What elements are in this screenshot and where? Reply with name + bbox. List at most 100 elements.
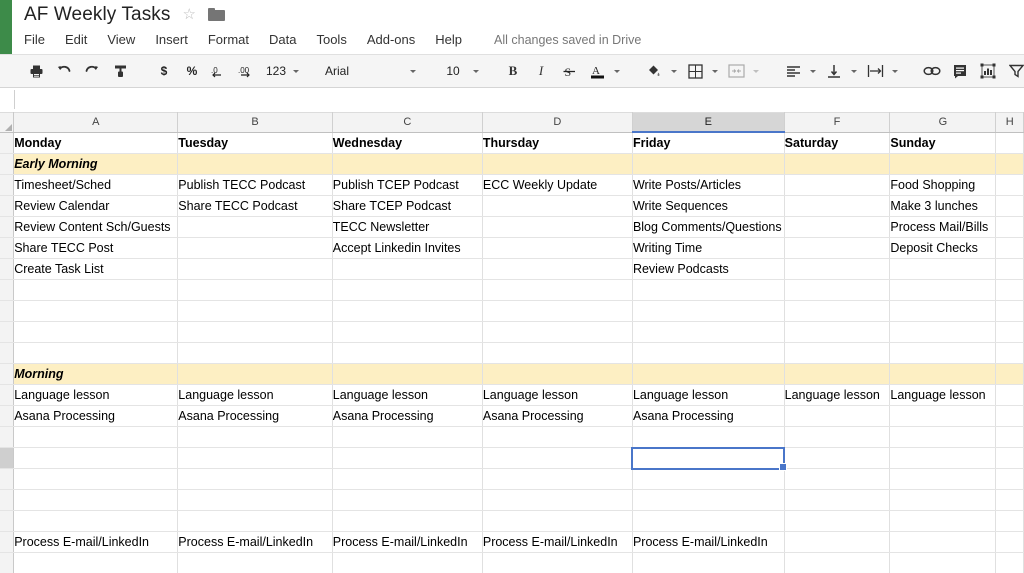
sheet-cell[interactable] (482, 216, 633, 238)
chevron-down-icon[interactable] (753, 69, 759, 73)
sheet-cell[interactable] (482, 552, 633, 573)
sheet-cell[interactable] (995, 552, 1024, 573)
comment-icon[interactable] (949, 59, 971, 83)
sheet-cell[interactable] (784, 321, 891, 343)
sheet-cell[interactable] (177, 300, 333, 322)
menu-item-tools[interactable]: Tools (316, 32, 346, 48)
sheet-cell[interactable] (995, 405, 1024, 427)
menu-item-file[interactable]: File (24, 32, 45, 48)
sheet-cell[interactable] (784, 153, 891, 175)
sheet-cell[interactable] (632, 489, 785, 511)
row-header[interactable] (0, 552, 15, 573)
sheet-cell[interactable] (889, 153, 997, 175)
sheet-cell[interactable] (995, 384, 1024, 406)
sheet-cell[interactable]: Share TECC Post (13, 237, 179, 259)
sheet-cell[interactable]: Sunday (889, 132, 997, 154)
sheet-cell[interactable]: Process E-mail/LinkedIn (482, 531, 633, 553)
sheet-cell[interactable] (995, 531, 1024, 553)
sheet-cell[interactable]: Make 3 lunches (889, 195, 997, 217)
sheet-cell[interactable] (889, 258, 997, 280)
sheet-cell[interactable] (13, 279, 179, 301)
sheet-cell[interactable] (995, 237, 1024, 259)
font-size-select[interactable]: 10 (436, 60, 470, 82)
sheet-cell[interactable] (332, 321, 483, 343)
row-header[interactable] (0, 174, 15, 196)
sheet-cell[interactable] (784, 489, 891, 511)
fill-color-icon[interactable] (643, 59, 665, 83)
select-all-corner[interactable] (0, 112, 15, 133)
sheet-cell[interactable] (13, 489, 179, 511)
chevron-down-icon[interactable] (410, 69, 416, 73)
sheet-cell[interactable] (784, 468, 891, 490)
sheet-cell[interactable] (995, 426, 1024, 448)
italic-button[interactable]: I (530, 59, 552, 83)
sheet-cell[interactable] (177, 216, 333, 238)
sheet-cell[interactable] (177, 237, 333, 259)
column-header-c[interactable]: C (332, 112, 483, 133)
increase-decimal-button[interactable]: .00 (237, 59, 259, 83)
chart-icon[interactable] (977, 59, 999, 83)
sheet-cell[interactable]: Friday (632, 132, 785, 154)
sheet-cell[interactable] (784, 174, 891, 196)
sheet-cell[interactable] (995, 510, 1024, 532)
chevron-down-icon[interactable] (851, 69, 857, 73)
sheet-cell[interactable] (784, 552, 891, 573)
text-color-icon[interactable]: A (586, 59, 608, 83)
column-header-f[interactable]: F (784, 112, 891, 133)
row-header[interactable] (0, 510, 15, 532)
sheet-cell[interactable] (784, 405, 891, 427)
row-header[interactable] (0, 216, 15, 238)
sheet-cell[interactable] (177, 279, 333, 301)
sheet-cell[interactable] (482, 510, 633, 532)
sheet-cell[interactable] (889, 468, 997, 490)
sheet-cell[interactable] (13, 321, 179, 343)
sheet-cell[interactable] (482, 363, 633, 385)
menu-item-help[interactable]: Help (435, 32, 462, 48)
sheet-cell[interactable] (784, 363, 891, 385)
sheet-cell[interactable] (889, 552, 997, 573)
row-header[interactable] (0, 321, 15, 343)
strikethrough-icon[interactable]: S (558, 59, 580, 83)
sheet-cell[interactable] (995, 279, 1024, 301)
sheet-cell[interactable]: Asana Processing (177, 405, 333, 427)
sheet-cell[interactable]: Publish TECC Podcast (177, 174, 333, 196)
folder-icon[interactable] (207, 7, 225, 21)
sheet-cell[interactable]: Asana Processing (13, 405, 179, 427)
sheet-cell[interactable] (177, 489, 333, 511)
sheet-cell[interactable] (631, 446, 786, 471)
menu-item-add-ons[interactable]: Add-ons (367, 32, 415, 48)
row-header[interactable] (0, 132, 15, 154)
sheet-cell[interactable]: TECC Newsletter (332, 216, 483, 238)
sheet-cell[interactable] (482, 237, 633, 259)
sheet-cell[interactable] (784, 216, 891, 238)
sheet-cell[interactable] (784, 531, 891, 553)
sheet-cell[interactable] (889, 510, 997, 532)
sheet-cell[interactable] (332, 489, 483, 511)
row-header[interactable] (0, 447, 15, 469)
sheet-cell[interactable]: Create Task List (13, 258, 179, 280)
filter-icon[interactable] (1005, 59, 1024, 83)
sheet-cell[interactable]: Monday (13, 132, 179, 154)
sheet-cell[interactable]: Food Shopping (889, 174, 997, 196)
menu-item-data[interactable]: Data (269, 32, 296, 48)
row-header[interactable] (0, 489, 15, 511)
sheet-cell[interactable]: Morning (13, 363, 179, 385)
sheet-cell[interactable] (995, 447, 1024, 469)
sheet-cell[interactable]: Process Mail/Bills (889, 216, 997, 238)
sheet-cell[interactable] (889, 342, 997, 364)
borders-icon[interactable] (684, 59, 706, 83)
sheet-cell[interactable] (482, 195, 633, 217)
currency-format-button[interactable]: $ (153, 59, 175, 83)
sheet-cell[interactable] (632, 342, 785, 364)
sheet-cell[interactable] (784, 279, 891, 301)
sheet-cell[interactable]: Publish TCEP Podcast (332, 174, 483, 196)
sheet-cell[interactable]: Accept Linkedin Invites (332, 237, 483, 259)
sheet-cell[interactable]: Early Morning (13, 153, 179, 175)
sheet-cell[interactable] (632, 468, 785, 490)
sheet-cell[interactable] (482, 153, 633, 175)
sheet-cell[interactable] (784, 510, 891, 532)
sheet-cell[interactable] (13, 447, 179, 469)
redo-icon[interactable] (81, 59, 103, 83)
sheet-cell[interactable]: Blog Comments/Questions (632, 216, 785, 238)
column-header-a[interactable]: A (13, 112, 179, 133)
